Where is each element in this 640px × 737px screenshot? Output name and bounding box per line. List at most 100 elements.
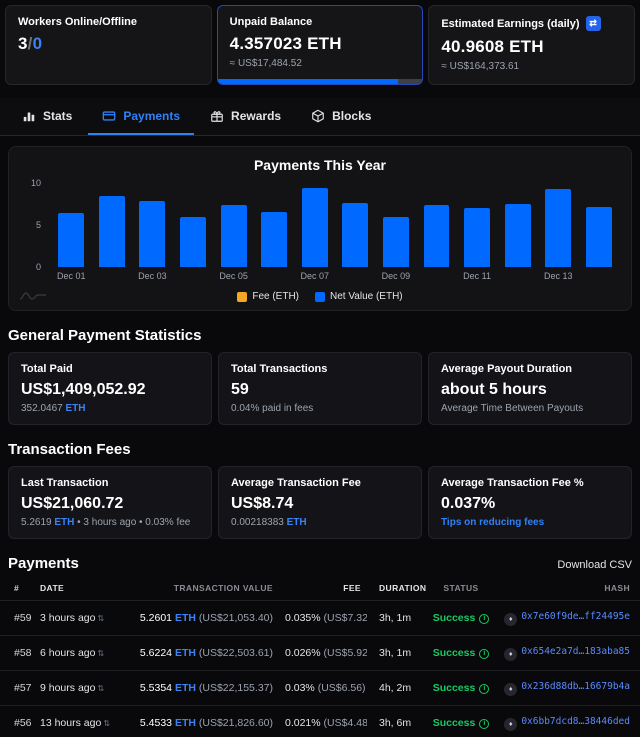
payment-hash[interactable]: ♦0x654e2a7d…183aba85 [497, 636, 640, 671]
time-toggle-icon[interactable]: ⇅ [97, 649, 104, 658]
payment-hash[interactable]: ♦0x236d88db…16679b4a [497, 671, 640, 706]
chart-bar[interactable] [505, 204, 531, 267]
stats-icon [22, 109, 36, 123]
avg-transaction-fee-value: US$8.74 [231, 495, 409, 513]
x-tick-label [416, 271, 457, 281]
total-transactions-label: Total Transactions [231, 363, 409, 375]
payment-hash[interactable]: ♦0x6bb7dcd8…38446ded [497, 706, 640, 737]
chart-bar[interactable] [586, 207, 612, 267]
tab-rewards[interactable]: Rewards [196, 98, 295, 135]
x-tick-label: Dec 11 [457, 271, 498, 281]
y-tick-label: 10 [31, 178, 41, 188]
last-transaction-sub: 5.2619 ETH • 3 hours ago • 0.03% fee [21, 517, 199, 528]
eth-icon: ♦ [504, 718, 517, 731]
avg-transaction-fee-pct-label: Average Transaction Fee % [441, 477, 619, 489]
total-paid-eth: 352.0467 ETH [21, 403, 199, 414]
chart-bar[interactable] [139, 201, 165, 267]
payments-icon [102, 109, 116, 123]
fee-tips-link[interactable]: Tips on reducing fees [441, 517, 544, 528]
y-tick-label: 0 [36, 262, 41, 272]
last-transaction-card: Last Transaction US$21,060.72 5.2619 ETH… [8, 466, 212, 539]
payment-number: #56 [0, 706, 34, 737]
estimated-earnings-value: 40.9608 ETH [441, 37, 622, 57]
blocks-icon [311, 109, 325, 123]
unpaid-balance-card: Unpaid Balance 4.357023 ETH ≈ US$17,484.… [217, 5, 424, 85]
x-tick-label: Dec 05 [213, 271, 254, 281]
tab-stats-label: Stats [43, 109, 72, 123]
chart-bar[interactable] [302, 188, 328, 267]
fee-swatch-icon [237, 292, 247, 302]
chart-plot: 0510 Dec 01Dec 03Dec 05Dec 07Dec 09Dec 1… [21, 183, 619, 281]
payment-status: Successi [425, 636, 497, 671]
chart-x-labels: Dec 01Dec 03Dec 05Dec 07Dec 09Dec 11Dec … [51, 271, 619, 281]
chart-bar[interactable] [261, 212, 287, 267]
download-csv-link[interactable]: Download CSV [557, 559, 632, 571]
currency-toggle-icon[interactable]: ⇄ [586, 16, 601, 31]
legend-item-net[interactable]: Net Value (ETH) [315, 291, 403, 302]
payment-number: #59 [0, 601, 34, 636]
x-tick-label [254, 271, 295, 281]
workers-card: Workers Online/Offline 3/0 [5, 5, 212, 85]
info-icon[interactable]: i [479, 614, 489, 624]
estimated-earnings-usd: ≈ US$164,373.61 [441, 61, 622, 72]
chart-bar[interactable] [99, 196, 125, 267]
info-icon[interactable]: i [479, 719, 489, 729]
payment-date: 3 hours ago⇅ [34, 601, 129, 636]
total-paid-value: US$1,409,052.92 [21, 381, 199, 399]
time-toggle-icon[interactable]: ⇅ [97, 684, 104, 693]
chart-bar[interactable] [383, 217, 409, 267]
payment-hash[interactable]: ♦0x7e60f9de…ff24495e [497, 601, 640, 636]
time-toggle-icon[interactable]: ⇅ [97, 614, 104, 623]
fees-section-title: Transaction Fees [8, 441, 632, 458]
payment-duration: 3h, 6m [367, 706, 425, 737]
info-icon[interactable]: i [479, 649, 489, 659]
col-fee: Fee [279, 576, 367, 601]
payment-duration: 3h, 1m [367, 601, 425, 636]
tab-bar: Stats Payments Rewards Blocks [0, 98, 640, 136]
tab-payments[interactable]: Payments [88, 98, 194, 135]
x-tick-label: Dec 01 [51, 271, 92, 281]
last-transaction-value: US$21,060.72 [21, 495, 199, 513]
payment-number: #57 [0, 671, 34, 706]
tab-rewards-label: Rewards [231, 109, 281, 123]
avg-payout-duration-sub: Average Time Between Payouts [441, 403, 619, 414]
chart-bar[interactable] [58, 213, 84, 267]
avg-payout-duration-label: Average Payout Duration [441, 363, 619, 375]
payment-date: 13 hours ago⇅ [34, 706, 129, 737]
payment-date: 6 hours ago⇅ [34, 636, 129, 671]
table-row[interactable]: #59 3 hours ago⇅ 5.2601 ETH (US$21,053.4… [0, 601, 640, 636]
chart-bar[interactable] [342, 203, 368, 267]
payment-fee: 0.026% (US$5.92) [279, 636, 367, 671]
info-icon[interactable]: i [479, 684, 489, 694]
avg-transaction-fee-sub: 0.00218383 ETH [231, 517, 409, 528]
chart-bar[interactable] [545, 189, 571, 267]
workers-online-count: 3 [18, 34, 28, 53]
y-tick-label: 5 [36, 220, 41, 230]
payment-value: 5.6224 ETH (US$22,503.61) [129, 636, 279, 671]
chart-bar[interactable] [424, 205, 450, 267]
col-number: # [0, 576, 34, 601]
unpaid-balance-usd: ≈ US$17,484.52 [230, 58, 411, 69]
payment-status: Successi [425, 601, 497, 636]
tab-stats[interactable]: Stats [8, 98, 86, 135]
legend-item-fee[interactable]: Fee (ETH) [237, 291, 299, 302]
chart-bar[interactable] [221, 205, 247, 267]
table-row[interactable]: #57 9 hours ago⇅ 5.5354 ETH (US$22,155.3… [0, 671, 640, 706]
table-row[interactable]: #56 13 hours ago⇅ 5.4533 ETH (US$21,826.… [0, 706, 640, 737]
chart-watermark-logo [19, 290, 47, 302]
legend-net-label: Net Value (ETH) [330, 291, 403, 302]
tab-blocks-label: Blocks [332, 109, 371, 123]
tab-blocks[interactable]: Blocks [297, 98, 385, 135]
workers-label: Workers Online/Offline [18, 16, 199, 28]
chart-bars [51, 183, 619, 267]
x-tick-label: Dec 13 [538, 271, 579, 281]
payment-status: Successi [425, 706, 497, 737]
table-row[interactable]: #58 6 hours ago⇅ 5.6224 ETH (US$22,503.6… [0, 636, 640, 671]
total-paid-card: Total Paid US$1,409,052.92 352.0467 ETH [8, 352, 212, 425]
x-tick-label [335, 271, 376, 281]
time-toggle-icon[interactable]: ⇅ [103, 719, 110, 728]
col-value: Transaction value [129, 576, 279, 601]
chart-bar[interactable] [464, 208, 490, 267]
chart-bar[interactable] [180, 217, 206, 267]
workers-value: 3/0 [18, 34, 199, 54]
